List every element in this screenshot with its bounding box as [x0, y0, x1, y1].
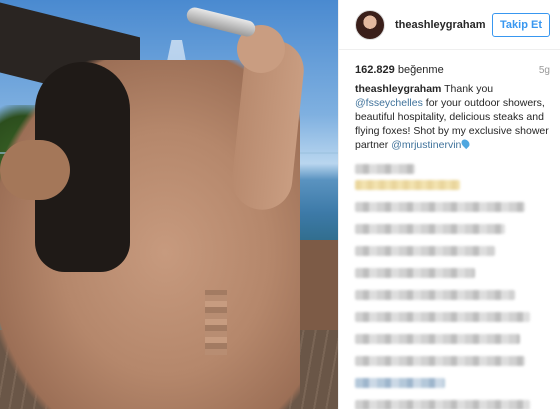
post-time[interactable]: 5g [539, 65, 550, 76]
blurred-comment [355, 202, 525, 212]
blurred-comment [355, 290, 515, 300]
censor-mosaic [205, 290, 227, 355]
blurred-comment [355, 164, 415, 174]
post-sidebar: theashleygraham Takip Et 162.829 beğenme… [338, 0, 560, 409]
blurred-comment [355, 334, 520, 344]
side-arm [0, 140, 70, 200]
likes-count[interactable]: 162.829 beğenme [355, 64, 444, 76]
follow-button[interactable]: Takip Et [492, 12, 550, 37]
shower-head [185, 5, 257, 39]
likes-number: 162.829 [355, 64, 395, 76]
mention-mrjustinervin[interactable]: @mrjustinervin [391, 139, 461, 151]
blurred-comment [355, 378, 445, 388]
blurred-comment [355, 268, 475, 278]
blurred-comment [355, 356, 525, 366]
meta-row: 162.829 beğenme 5g [339, 50, 560, 76]
blurred-comment [355, 246, 495, 256]
caption-text-1: Thank you [441, 83, 494, 95]
avatar[interactable] [355, 9, 385, 40]
post-header: theashleygraham Takip Et [339, 0, 560, 50]
likes-label: beğenme [397, 64, 444, 76]
blurred-comment [355, 312, 530, 322]
blurred-comment [355, 180, 460, 190]
droplet-icon [460, 137, 472, 150]
post-photo[interactable] [0, 0, 338, 409]
caption: theashleygraham Thank you @fsseychelles … [339, 76, 560, 152]
username-link[interactable]: theashleygraham [395, 19, 492, 31]
caption-username[interactable]: theashleygraham [355, 83, 441, 95]
blurred-comment [355, 400, 530, 409]
mention-fsseychelles[interactable]: @fsseychelles [355, 97, 423, 109]
comments-list [339, 152, 560, 409]
blurred-comment [355, 224, 505, 234]
